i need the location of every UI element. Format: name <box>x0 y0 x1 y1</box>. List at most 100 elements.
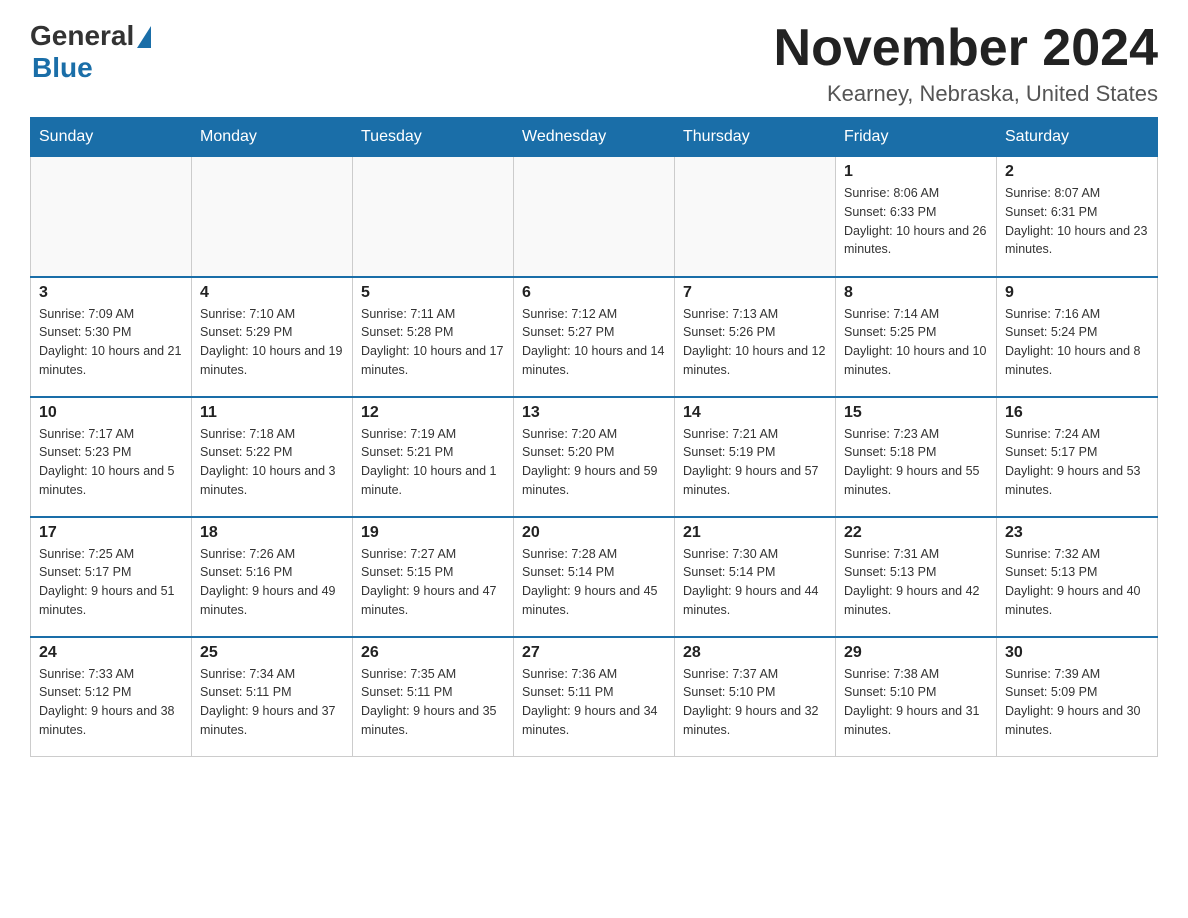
day-number: 10 <box>39 404 183 422</box>
day-number: 15 <box>844 404 988 422</box>
day-info: Sunrise: 7:39 AM Sunset: 5:09 PM Dayligh… <box>1005 665 1149 740</box>
calendar-cell: 4 Sunrise: 7:10 AM Sunset: 5:29 PM Daylig… <box>192 277 353 397</box>
day-info: Sunrise: 7:14 AM Sunset: 5:25 PM Dayligh… <box>844 305 988 380</box>
calendar-header-friday: Friday <box>836 118 997 157</box>
day-number: 25 <box>200 644 344 662</box>
calendar-cell: 9 Sunrise: 7:16 AM Sunset: 5:24 PM Daylig… <box>997 277 1158 397</box>
day-info: Sunrise: 7:27 AM Sunset: 5:15 PM Dayligh… <box>361 545 505 620</box>
calendar-cell: 5 Sunrise: 7:11 AM Sunset: 5:28 PM Daylig… <box>353 277 514 397</box>
logo-triangle-icon <box>137 26 151 48</box>
day-number: 20 <box>522 524 666 542</box>
day-info: Sunrise: 7:16 AM Sunset: 5:24 PM Dayligh… <box>1005 305 1149 380</box>
calendar-cell: 2Sunrise: 8:07 AM Sunset: 6:31 PM Daylig… <box>997 157 1158 277</box>
day-info: Sunrise: 7:23 AM Sunset: 5:18 PM Dayligh… <box>844 425 988 500</box>
calendar-week-row: 24 Sunrise: 7:33 AM Sunset: 5:12 PM Dayli… <box>31 637 1158 757</box>
day-info: Sunrise: 7:38 AM Sunset: 5:10 PM Dayligh… <box>844 665 988 740</box>
calendar-header-sunday: Sunday <box>31 118 192 157</box>
day-number: 2 <box>1005 163 1149 181</box>
day-number: 23 <box>1005 524 1149 542</box>
calendar-table: SundayMondayTuesdayWednesdayThursdayFrid… <box>30 117 1158 757</box>
calendar-cell: 15 Sunrise: 7:23 AM Sunset: 5:18 PM Dayli… <box>836 397 997 517</box>
location-text: Kearney, Nebraska, United States <box>774 81 1158 107</box>
calendar-cell: 22 Sunrise: 7:31 AM Sunset: 5:13 PM Dayli… <box>836 517 997 637</box>
calendar-cell: 26Sunrise: 7:35 AM Sunset: 5:11 PM Dayli… <box>353 637 514 757</box>
calendar-header-monday: Monday <box>192 118 353 157</box>
day-info: Sunrise: 7:18 AM Sunset: 5:22 PM Dayligh… <box>200 425 344 500</box>
calendar-week-row: 17 Sunrise: 7:25 AM Sunset: 5:17 PM Dayli… <box>31 517 1158 637</box>
day-number: 11 <box>200 404 344 422</box>
day-info: Sunrise: 7:24 AM Sunset: 5:17 PM Dayligh… <box>1005 425 1149 500</box>
calendar-week-row: 10Sunrise: 7:17 AM Sunset: 5:23 PM Dayli… <box>31 397 1158 517</box>
day-number: 9 <box>1005 284 1149 302</box>
calendar-cell: 16 Sunrise: 7:24 AM Sunset: 5:17 PM Dayli… <box>997 397 1158 517</box>
calendar-cell: 6 Sunrise: 7:12 AM Sunset: 5:27 PM Daylig… <box>514 277 675 397</box>
day-number: 19 <box>361 524 505 542</box>
day-info: Sunrise: 7:12 AM Sunset: 5:27 PM Dayligh… <box>522 305 666 380</box>
logo: General Blue <box>30 20 151 84</box>
calendar-cell: 24 Sunrise: 7:33 AM Sunset: 5:12 PM Dayli… <box>31 637 192 757</box>
calendar-header-saturday: Saturday <box>997 118 1158 157</box>
calendar-cell <box>31 157 192 277</box>
page-header: General Blue November 2024 Kearney, Nebr… <box>30 20 1158 107</box>
calendar-cell: 30 Sunrise: 7:39 AM Sunset: 5:09 PM Dayli… <box>997 637 1158 757</box>
day-number: 4 <box>200 284 344 302</box>
day-info: Sunrise: 7:26 AM Sunset: 5:16 PM Dayligh… <box>200 545 344 620</box>
day-info: Sunrise: 7:19 AM Sunset: 5:21 PM Dayligh… <box>361 425 505 500</box>
calendar-cell: 14 Sunrise: 7:21 AM Sunset: 5:19 PM Dayli… <box>675 397 836 517</box>
calendar-cell: 13Sunrise: 7:20 AM Sunset: 5:20 PM Dayli… <box>514 397 675 517</box>
day-info: Sunrise: 7:28 AM Sunset: 5:14 PM Dayligh… <box>522 545 666 620</box>
calendar-cell: 29 Sunrise: 7:38 AM Sunset: 5:10 PM Dayli… <box>836 637 997 757</box>
day-info: Sunrise: 7:30 AM Sunset: 5:14 PM Dayligh… <box>683 545 827 620</box>
day-info: Sunrise: 8:06 AM Sunset: 6:33 PM Dayligh… <box>844 184 988 259</box>
day-number: 1 <box>844 163 988 181</box>
calendar-cell: 1 Sunrise: 8:06 AM Sunset: 6:33 PM Daylig… <box>836 157 997 277</box>
calendar-week-row: 3 Sunrise: 7:09 AM Sunset: 5:30 PM Daylig… <box>31 277 1158 397</box>
calendar-cell: 18 Sunrise: 7:26 AM Sunset: 5:16 PM Dayli… <box>192 517 353 637</box>
day-info: Sunrise: 7:34 AM Sunset: 5:11 PM Dayligh… <box>200 665 344 740</box>
title-block: November 2024 Kearney, Nebraska, United … <box>774 20 1158 107</box>
day-info: Sunrise: 7:36 AM Sunset: 5:11 PM Dayligh… <box>522 665 666 740</box>
calendar-header-tuesday: Tuesday <box>353 118 514 157</box>
logo-blue-text: Blue <box>32 52 93 84</box>
day-number: 22 <box>844 524 988 542</box>
day-info: Sunrise: 7:21 AM Sunset: 5:19 PM Dayligh… <box>683 425 827 500</box>
day-info: Sunrise: 7:09 AM Sunset: 5:30 PM Dayligh… <box>39 305 183 380</box>
calendar-cell: 23 Sunrise: 7:32 AM Sunset: 5:13 PM Dayli… <box>997 517 1158 637</box>
day-info: Sunrise: 7:20 AM Sunset: 5:20 PM Dayligh… <box>522 425 666 500</box>
day-info: Sunrise: 7:11 AM Sunset: 5:28 PM Dayligh… <box>361 305 505 380</box>
calendar-cell: 19 Sunrise: 7:27 AM Sunset: 5:15 PM Dayli… <box>353 517 514 637</box>
day-number: 29 <box>844 644 988 662</box>
day-number: 12 <box>361 404 505 422</box>
day-number: 3 <box>39 284 183 302</box>
calendar-cell: 28 Sunrise: 7:37 AM Sunset: 5:10 PM Dayli… <box>675 637 836 757</box>
calendar-cell: 10Sunrise: 7:17 AM Sunset: 5:23 PM Dayli… <box>31 397 192 517</box>
day-number: 18 <box>200 524 344 542</box>
day-number: 8 <box>844 284 988 302</box>
day-info: Sunrise: 7:25 AM Sunset: 5:17 PM Dayligh… <box>39 545 183 620</box>
day-info: Sunrise: 7:33 AM Sunset: 5:12 PM Dayligh… <box>39 665 183 740</box>
calendar-cell: 11 Sunrise: 7:18 AM Sunset: 5:22 PM Dayli… <box>192 397 353 517</box>
calendar-cell: 27Sunrise: 7:36 AM Sunset: 5:11 PM Dayli… <box>514 637 675 757</box>
calendar-cell <box>353 157 514 277</box>
day-number: 21 <box>683 524 827 542</box>
day-number: 6 <box>522 284 666 302</box>
day-info: Sunrise: 7:10 AM Sunset: 5:29 PM Dayligh… <box>200 305 344 380</box>
calendar-header-row: SundayMondayTuesdayWednesdayThursdayFrid… <box>31 118 1158 157</box>
day-number: 28 <box>683 644 827 662</box>
day-number: 24 <box>39 644 183 662</box>
calendar-cell <box>514 157 675 277</box>
day-info: Sunrise: 7:35 AM Sunset: 5:11 PM Dayligh… <box>361 665 505 740</box>
day-number: 5 <box>361 284 505 302</box>
day-info: Sunrise: 7:31 AM Sunset: 5:13 PM Dayligh… <box>844 545 988 620</box>
day-number: 16 <box>1005 404 1149 422</box>
day-number: 30 <box>1005 644 1149 662</box>
day-info: Sunrise: 7:37 AM Sunset: 5:10 PM Dayligh… <box>683 665 827 740</box>
calendar-header-wednesday: Wednesday <box>514 118 675 157</box>
calendar-cell: 21 Sunrise: 7:30 AM Sunset: 5:14 PM Dayli… <box>675 517 836 637</box>
calendar-cell: 8 Sunrise: 7:14 AM Sunset: 5:25 PM Daylig… <box>836 277 997 397</box>
month-title: November 2024 <box>774 20 1158 77</box>
calendar-cell: 3 Sunrise: 7:09 AM Sunset: 5:30 PM Daylig… <box>31 277 192 397</box>
day-info: Sunrise: 7:32 AM Sunset: 5:13 PM Dayligh… <box>1005 545 1149 620</box>
day-number: 17 <box>39 524 183 542</box>
day-number: 14 <box>683 404 827 422</box>
